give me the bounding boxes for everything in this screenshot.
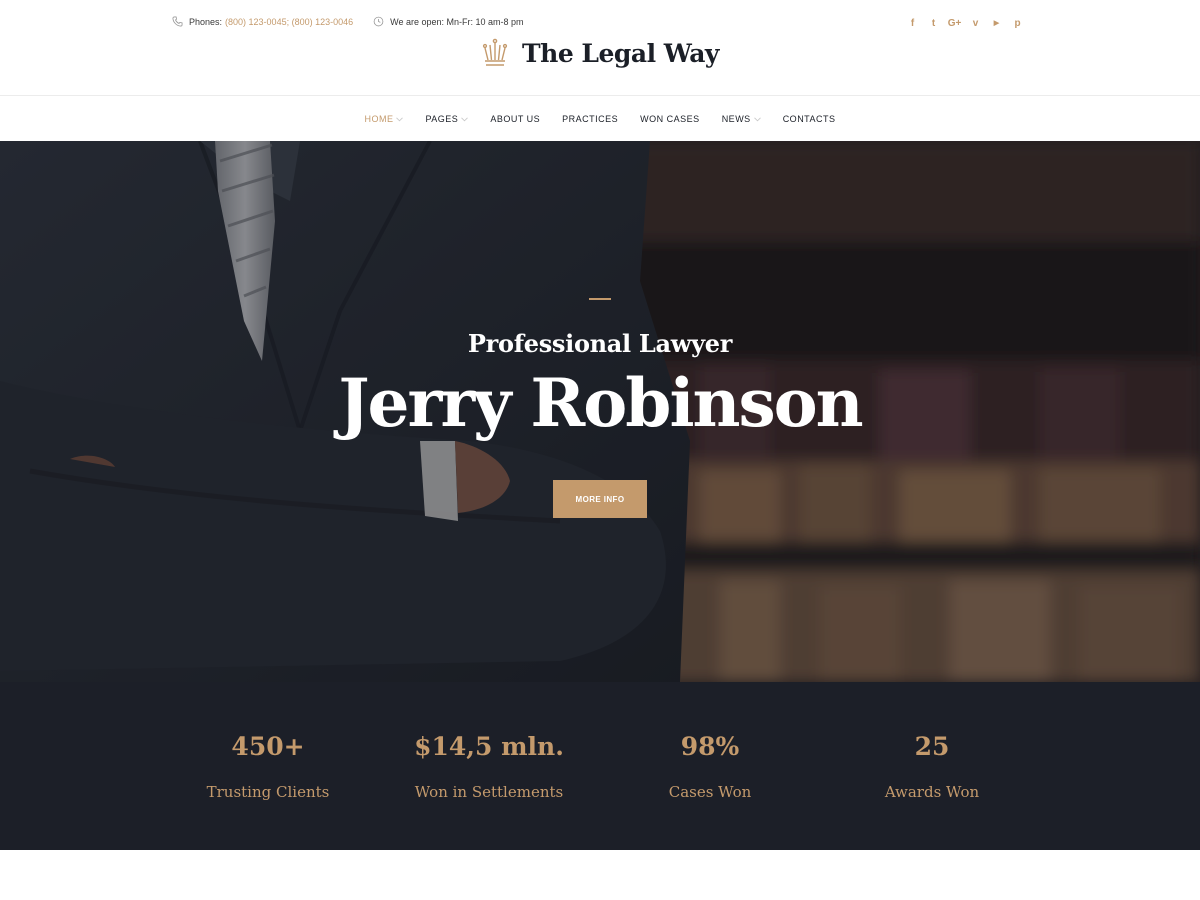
nav-item-label: WON CASES [640,114,700,124]
nav-item-label: PRACTICES [562,114,619,124]
stat-value: 98% [680,732,740,761]
logo-text: The Legal Way [522,38,719,68]
nav-item-label: PAGES [425,114,459,124]
phones-label: Phones: [189,16,223,27]
stat-won-in-settlements: $14,5 mln. Won in Settlements [379,682,599,850]
nav-item-won-cases[interactable]: WON CASES [640,114,700,124]
stat-label: Won in Settlements [414,783,564,801]
contact-info: Phones: (800) 123-0045; (800) 123-0046 W… [172,16,544,27]
hero-title: Jerry Robinson [338,364,863,442]
stat-label: Cases Won [668,783,752,801]
twitter-icon[interactable]: t [923,16,944,30]
phone-icon [172,16,183,27]
hero-divider [589,298,611,300]
top-header: Phones: (800) 123-0045; (800) 123-0046 W… [0,0,1200,96]
pinterest-icon[interactable]: p [1007,16,1028,30]
stat-trusting-clients: 450+ Trusting Clients [158,682,378,850]
nav-item-contacts[interactable]: CONTACTS [783,114,836,124]
hero-section: Professional Lawyer Jerry Robinson MORE … [0,141,1200,682]
chevron-down-icon [396,116,404,121]
site-logo[interactable]: The Legal Way [0,38,1200,68]
youtube-icon[interactable]: ▶ [986,16,1007,30]
vimeo-icon[interactable]: v [965,16,986,30]
stat-label: Trusting Clients [206,783,330,801]
stat-value: 25 [914,732,950,761]
chevron-down-icon [461,116,469,121]
stat-value: 450+ [231,732,305,761]
nav-item-news[interactable]: NEWS [722,114,761,124]
main-nav: HOME PAGES ABOUT US PRACTICES WON CASES … [0,97,1200,141]
clock-icon [373,16,384,27]
hero-subtitle: Professional Lawyer [467,329,733,358]
chevron-down-icon [753,116,761,121]
stat-awards-won: 25 Awards Won [822,682,1042,850]
hours-contact: We are open: Mn-Fr: 10 am-8 pm [373,16,524,27]
facebook-icon[interactable]: f [902,16,923,30]
google-plus-icon[interactable]: G+ [944,16,965,30]
stat-label: Awards Won [884,783,980,801]
nav-item-about-us[interactable]: ABOUT US [490,114,540,124]
more-info-button[interactable]: MORE INFO [553,480,647,518]
stat-value: $14,5 mln. [414,732,564,761]
hours-label: We are open: Mn-Fr: 10 am-8 pm [390,16,524,27]
stat-cases-won: 98% Cases Won [600,682,820,850]
nav-item-label: ABOUT US [490,114,541,124]
page-content-start [0,850,1200,900]
nav-item-label: CONTACTS [782,114,836,124]
nav-item-label: HOME [364,114,394,124]
hero-content: Professional Lawyer Jerry Robinson MORE … [0,141,1200,682]
nav-item-practices[interactable]: PRACTICES [562,114,618,124]
phones-contact: Phones: (800) 123-0045; (800) 123-0046 [172,16,353,27]
phones-value[interactable]: (800) 123-0045; (800) 123-0046 [225,17,353,27]
nav-item-label: NEWS [721,114,751,124]
stats-section: 450+ Trusting Clients $14,5 mln. Won in … [0,682,1200,850]
crown-icon [482,38,508,66]
nav-item-pages[interactable]: PAGES [425,114,469,124]
social-links: f t G+ v ▶ p [902,16,1028,30]
nav-item-home[interactable]: HOME [364,114,404,124]
